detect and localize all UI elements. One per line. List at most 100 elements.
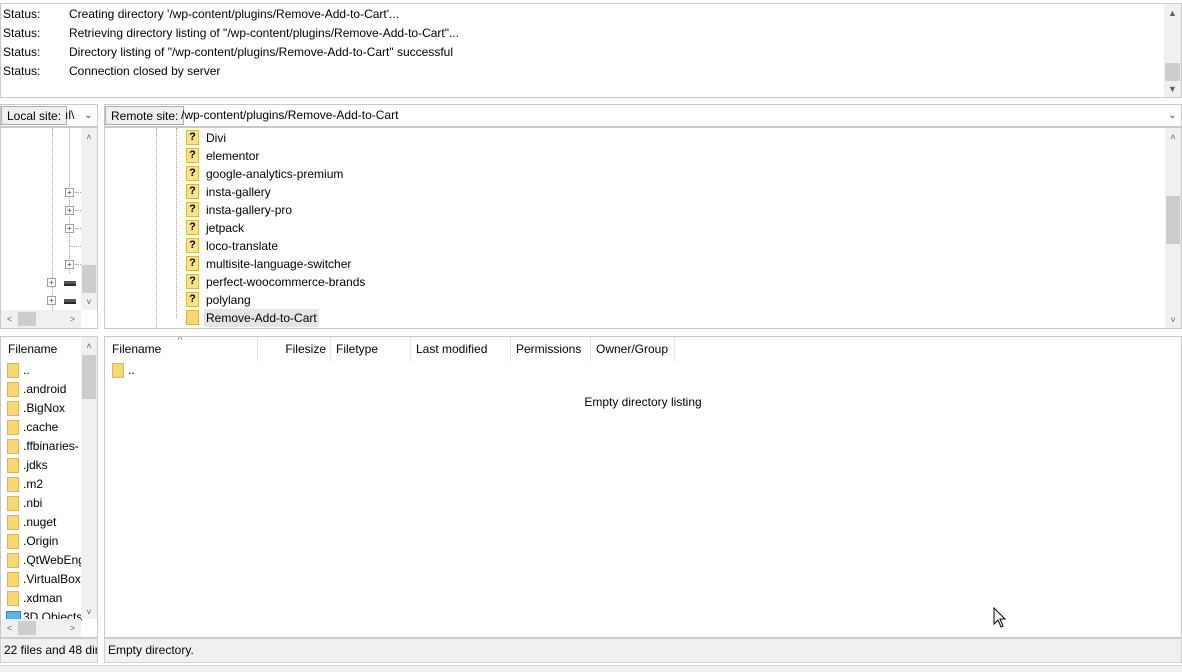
mouse-cursor-icon xyxy=(993,607,1007,628)
tree-item-label: polylang xyxy=(206,293,251,307)
local-list-vscrollbar[interactable]: ˄ ˅ xyxy=(81,337,97,619)
folder-icon xyxy=(7,553,19,568)
folder-icon xyxy=(7,401,19,416)
folder-icon xyxy=(7,496,19,511)
expand-plus-icon[interactable]: + xyxy=(65,224,74,233)
folder-icon xyxy=(7,572,19,587)
column-header-owner-group[interactable]: Owner/Group xyxy=(591,337,675,361)
expand-plus-icon[interactable]: + xyxy=(47,278,56,287)
folder-icon xyxy=(7,458,19,473)
unknown-folder-icon: ? xyxy=(186,274,199,289)
local-tree-hscrollbar[interactable]: ˂ ˃ xyxy=(1,310,81,328)
expand-plus-icon[interactable]: + xyxy=(65,188,74,197)
scroll-right-arrow-icon[interactable]: ˃ xyxy=(64,619,81,636)
tree-item-label: Remove-Add-to-Cart xyxy=(204,309,319,327)
expand-plus-icon[interactable]: + xyxy=(65,206,74,215)
column-header-filesize[interactable]: Filesize xyxy=(258,337,331,361)
drive-icon xyxy=(64,299,76,304)
column-header-filename[interactable]: Filename xyxy=(107,337,258,361)
scroll-left-arrow-icon[interactable]: ˂ xyxy=(1,310,18,327)
scroll-left-arrow-icon[interactable]: ˂ xyxy=(1,619,18,636)
tree-item-label: elementor xyxy=(206,149,260,163)
scrollbar-thumb[interactable] xyxy=(18,621,36,635)
file-name: .. xyxy=(128,363,135,377)
file-name: .xdman xyxy=(23,591,63,605)
empty-listing-message: Empty directory listing xyxy=(584,395,702,409)
log-row: Status: Retrieving directory listing of "… xyxy=(3,24,459,43)
folder-icon xyxy=(7,420,19,435)
folder-icon xyxy=(186,310,199,325)
file-name: .VirtualBox xyxy=(23,572,81,586)
unknown-folder-icon: ? xyxy=(186,184,199,199)
unknown-folder-icon: ? xyxy=(186,166,199,181)
scroll-down-arrow-icon[interactable]: ˅ xyxy=(81,293,97,310)
scroll-up-arrow-icon[interactable]: ▲ xyxy=(1164,4,1181,21)
file-name: .nuget xyxy=(23,515,57,529)
expand-plus-icon[interactable]: + xyxy=(47,296,56,305)
column-header-filename[interactable]: Filename xyxy=(3,337,81,361)
tree-guide-line xyxy=(156,128,157,328)
scroll-right-arrow-icon[interactable]: ˃ xyxy=(64,310,81,327)
remote-tree-vscrollbar[interactable]: ˄ ˅ xyxy=(1165,128,1181,328)
local-list-hscrollbar[interactable]: ˂ ˃ xyxy=(1,619,81,637)
tree-item-label: multisite-language-switcher xyxy=(206,257,352,271)
tree-item-label: Divi xyxy=(206,131,226,145)
file-name: .android xyxy=(23,382,67,396)
tree-item-label: jetpack xyxy=(206,221,245,235)
message-log[interactable]: Status: Creating directory '/wp-content/p… xyxy=(0,3,1182,98)
file-name: .m2 xyxy=(23,477,44,491)
column-header-filetype[interactable]: Filetype xyxy=(331,337,411,361)
log-status-label: Status: xyxy=(3,26,41,40)
queue-pane-edge xyxy=(0,665,1182,672)
drive-icon xyxy=(64,281,76,286)
local-status-bar: 22 files and 48 dire xyxy=(0,638,98,663)
local-tree-vscrollbar[interactable]: ˄ ˅ xyxy=(81,128,97,310)
remote-tree-pane[interactable]: ? Divi ? elementor ? google-analytics-pr… xyxy=(104,127,1182,329)
file-name: .nbi xyxy=(23,496,43,510)
local-file-list[interactable]: Filename .. .android .BigNox .cache .ffb… xyxy=(0,336,98,638)
file-name: .jdks xyxy=(23,458,48,472)
folder-icon xyxy=(112,363,124,378)
column-header-last-modified[interactable]: Last modified xyxy=(411,337,511,361)
folder-icon xyxy=(7,591,19,606)
scroll-up-arrow-icon[interactable]: ˄ xyxy=(81,128,97,145)
message-log-scrollbar[interactable]: ▲ ▼ xyxy=(1164,4,1181,97)
tree-item-label: insta-gallery-pro xyxy=(206,203,293,217)
remote-file-list[interactable]: ˄ Filename Filesize Filetype Last modifi… xyxy=(104,336,1182,638)
unknown-folder-icon: ? xyxy=(186,256,199,271)
file-name: .QtWebEng xyxy=(23,553,85,567)
tree-connector xyxy=(69,246,81,247)
folder-icon xyxy=(7,515,19,530)
tree-guide-line xyxy=(69,128,70,273)
local-tree-pane[interactable]: + + + + + + ˄ ˅ ˂ ˃ xyxy=(0,127,98,329)
log-row: Status: Creating directory '/wp-content/p… xyxy=(3,5,399,24)
log-message: Retrieving directory listing of "/wp-con… xyxy=(69,26,460,40)
file-name: .. xyxy=(23,363,30,377)
chevron-down-icon[interactable]: ⌄ xyxy=(80,105,97,126)
scrollbar-thumb[interactable] xyxy=(82,355,96,399)
column-header-permissions[interactable]: Permissions xyxy=(511,337,591,361)
scrollbar-thumb[interactable] xyxy=(1165,63,1180,81)
local-site-label: Local site: xyxy=(1,106,68,125)
remote-status-bar: Empty directory. xyxy=(104,638,1182,663)
tree-item-label: loco-translate xyxy=(206,239,279,253)
folder-icon xyxy=(7,439,19,454)
scroll-down-arrow-icon[interactable]: ˅ xyxy=(81,603,97,620)
remote-site-path-input[interactable]: /wp-content/plugins/Remove-Add-to-Cart xyxy=(181,105,1151,126)
local-site-path-input[interactable]: ıl\ xyxy=(65,105,79,126)
scroll-down-arrow-icon[interactable]: ▼ xyxy=(1164,80,1181,97)
folder-icon xyxy=(7,477,19,492)
unknown-folder-icon: ? xyxy=(186,292,199,307)
scroll-down-arrow-icon[interactable]: ˅ xyxy=(1165,311,1181,328)
chevron-down-icon[interactable]: ⌄ xyxy=(1164,105,1181,126)
scrollbar-thumb[interactable] xyxy=(18,312,36,326)
log-status-label: Status: xyxy=(3,7,41,21)
expand-plus-icon[interactable]: + xyxy=(65,260,74,269)
scrollbar-thumb[interactable] xyxy=(1166,196,1180,244)
folder-icon xyxy=(7,382,19,397)
folder-icon xyxy=(7,363,19,378)
scroll-up-arrow-icon[interactable]: ˄ xyxy=(81,337,97,354)
scroll-up-arrow-icon[interactable]: ˄ xyxy=(1165,128,1181,145)
remote-site-bar: Remote site: /wp-content/plugins/Remove-… xyxy=(104,104,1182,127)
scrollbar-thumb[interactable] xyxy=(82,265,96,293)
